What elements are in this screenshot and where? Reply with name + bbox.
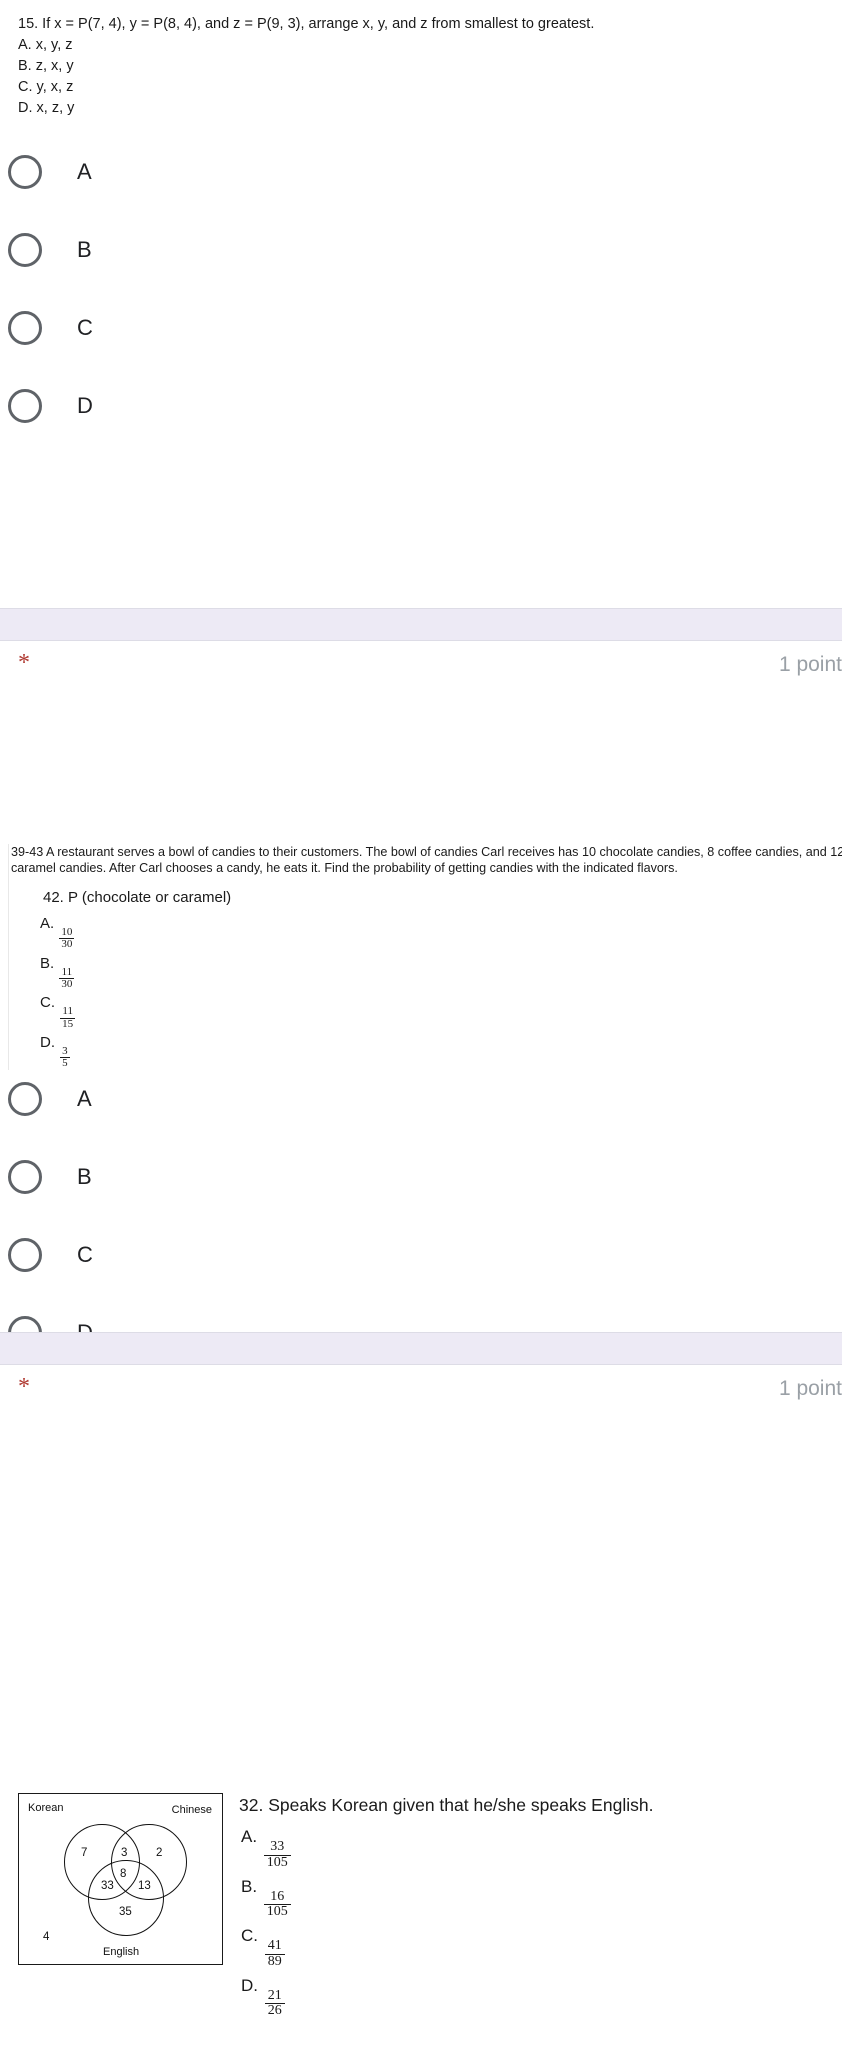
venn-diagram: Korean Chinese English 7 3 2 8 33 13 35 …	[18, 1793, 223, 1965]
choice-letter: D.	[40, 1033, 55, 1051]
choice-letter: A.	[40, 915, 55, 932]
question-2-radio-group: A B C D	[0, 1060, 842, 1372]
section-separator-2	[0, 1332, 842, 1365]
question-3-printed-choice-d: D. 21 26	[241, 1970, 839, 2020]
venn-value-outside: 4	[43, 1931, 50, 1943]
section-separator-1	[0, 608, 842, 641]
venn-value-korean-english: 33	[101, 1880, 114, 1892]
venn-label-korean: Korean	[28, 1802, 64, 1814]
choice-fraction: 11 15	[60, 1005, 76, 1030]
choice-letter: B.	[241, 1876, 258, 1896]
question-3-printed-choice-a: A. 33 105	[241, 1821, 839, 1871]
choice-letter: C.	[40, 994, 55, 1012]
radio-option-label: C	[77, 315, 93, 340]
choice-fraction: 11 30	[59, 965, 75, 991]
question-2-printed-choice-a: A. 10 30	[40, 911, 842, 951]
question-1-prompt: 15. If x = P(7, 4), y = P(8, 4), and z =…	[18, 16, 595, 32]
radio-circle-icon[interactable]	[8, 1082, 42, 1116]
question-2-image: 39-43 A restaurant serves a bowl of cand…	[8, 844, 842, 1070]
choice-fraction: 41 89	[264, 1939, 285, 1969]
question-3-printed-choice-b: B. 16 105	[241, 1871, 839, 1921]
question-block-3: * 1 point Korean Chinese English 7 3 2 8…	[0, 1365, 842, 2020]
question-2-printed-choice-b: B. 11 30	[40, 951, 842, 991]
points-label: 1 point	[778, 1377, 842, 1400]
radio-option-a[interactable]: A	[0, 133, 842, 211]
radio-option-label: C	[77, 1242, 93, 1267]
radio-option-label: A	[77, 159, 92, 184]
venn-label-chinese: Chinese	[171, 1804, 212, 1816]
question-3-prompt: 32. Speaks Korean given that he/she spea…	[239, 1795, 654, 1815]
question-1-image: 15. If x = P(7, 4), y = P(8, 4), and z =…	[18, 14, 842, 119]
required-asterisk: *	[18, 1374, 30, 1400]
question-3-image: 32. Speaks Korean given that he/she spea…	[239, 1793, 839, 2020]
radio-option-label: B	[77, 237, 92, 262]
choice-letter: A.	[241, 1827, 258, 1846]
choice-letter: D.	[241, 1975, 258, 1995]
choice-fraction: 21 26	[264, 1988, 285, 2019]
radio-option-d[interactable]: D	[0, 367, 842, 445]
question-2-prompt: 42. P (chocolate or caramel)	[43, 889, 232, 906]
venn-value-chinese-english: 13	[138, 1880, 151, 1892]
radio-circle-icon[interactable]	[8, 233, 42, 267]
radio-option-c[interactable]: C	[0, 1216, 842, 1294]
venn-value-all-three: 8	[120, 1868, 127, 1880]
venn-value-korean-only: 7	[81, 1847, 88, 1859]
question-1-printed-choice-a: A. x, y, z	[18, 37, 73, 53]
radio-circle-icon[interactable]	[8, 1238, 42, 1272]
radio-circle-icon[interactable]	[8, 155, 42, 189]
venn-value-english-only: 35	[119, 1906, 132, 1918]
question-2-passage: 39-43 A restaurant serves a bowl of cand…	[11, 845, 842, 875]
question-block-2: * 1 point 39-43 A restaurant serves a bo…	[0, 641, 842, 1350]
points-label: 1 point	[778, 653, 842, 676]
choice-fraction: 10 30	[59, 926, 75, 951]
radio-option-b[interactable]: B	[0, 1138, 842, 1216]
venn-value-korean-chinese: 3	[121, 1847, 128, 1859]
required-asterisk: *	[18, 650, 30, 676]
radio-option-label: A	[77, 1086, 92, 1111]
choice-fraction: 16 105	[263, 1889, 291, 1920]
radio-circle-icon[interactable]	[8, 311, 42, 345]
choice-fraction: 33 105	[263, 1839, 291, 1870]
radio-circle-icon[interactable]	[8, 389, 42, 423]
radio-option-a[interactable]: A	[0, 1060, 842, 1138]
question-1-printed-choice-b: B. z, x, y	[18, 58, 74, 74]
question-3-meta-row: * 1 point	[0, 1365, 842, 1421]
venn-label-english: English	[103, 1946, 140, 1958]
radio-option-label: B	[77, 1164, 92, 1189]
question-1-radio-group: A B C D	[0, 133, 842, 445]
question-1-printed-choice-c: C. y, x, z	[18, 79, 74, 95]
choice-letter: C.	[241, 1926, 258, 1946]
radio-option-b[interactable]: B	[0, 211, 842, 289]
radio-option-c[interactable]: C	[0, 289, 842, 367]
question-1-printed-choice-d: D. x, z, y	[18, 100, 75, 116]
question-2-printed-choice-c: C. 11 15	[40, 990, 842, 1030]
venn-value-chinese-only: 2	[156, 1847, 163, 1859]
radio-circle-icon[interactable]	[8, 1160, 42, 1194]
radio-option-label: D	[77, 393, 93, 418]
choice-letter: B.	[40, 954, 55, 972]
question-2-meta-row: * 1 point	[0, 641, 842, 697]
question-3-printed-choice-c: C. 41 89	[241, 1920, 839, 1970]
